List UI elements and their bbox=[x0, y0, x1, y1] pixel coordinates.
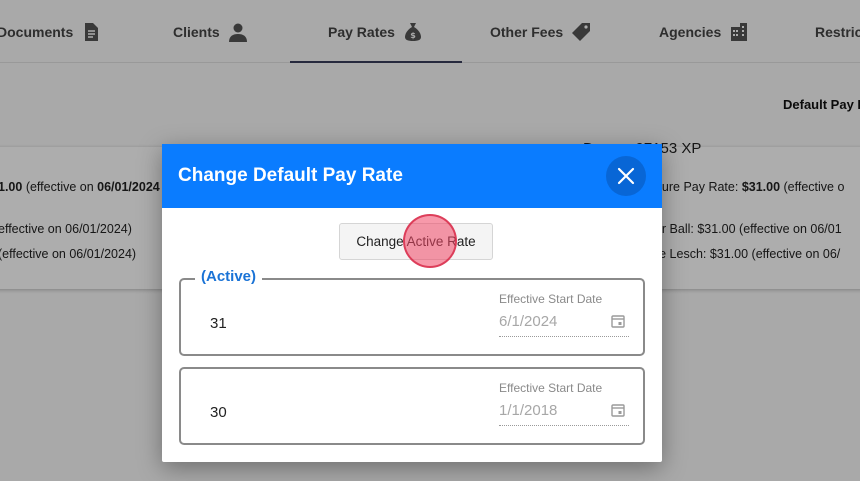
rate-value: 30 bbox=[210, 404, 227, 421]
rate-option-active[interactable]: (Active) 31 Effective Start Date 6/1/202… bbox=[179, 268, 645, 356]
effective-start-date-label: Effective Start Date bbox=[499, 292, 603, 306]
rate-value: 31 bbox=[210, 315, 227, 332]
rate-option[interactable]: 30 Effective Start Date 1/1/2018 bbox=[179, 367, 645, 445]
active-legend: (Active) bbox=[195, 268, 263, 285]
effective-start-date-field[interactable]: 1/1/2018 bbox=[499, 402, 557, 419]
dialog-title: Change Default Pay Rate bbox=[178, 165, 403, 186]
date-field-underline bbox=[499, 425, 629, 426]
date-field-underline bbox=[499, 336, 629, 337]
effective-start-date-label: Effective Start Date bbox=[499, 381, 603, 395]
effective-start-date-field[interactable]: 6/1/2024 bbox=[499, 313, 557, 330]
change-default-pay-rate-dialog: Change Default Pay Rate Change Active Ra… bbox=[162, 144, 662, 462]
calendar-icon[interactable] bbox=[611, 314, 625, 328]
dialog-header: Change Default Pay Rate bbox=[162, 144, 662, 208]
change-active-rate-button[interactable]: Change Active Rate bbox=[339, 223, 493, 260]
calendar-icon[interactable] bbox=[611, 403, 625, 417]
close-icon bbox=[617, 167, 635, 185]
close-button[interactable] bbox=[606, 156, 646, 196]
